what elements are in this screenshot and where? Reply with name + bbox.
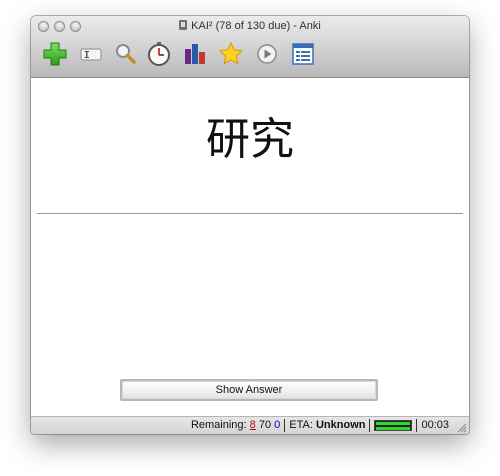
status-separator: [284, 419, 286, 432]
status-bar: Remaining: 8 70 0 ETA: Unknown 00:03: [31, 416, 469, 434]
window-title-text: KAI² (78 of 130 due) - Anki: [191, 20, 321, 32]
document-icon: [179, 20, 188, 30]
eta-label: ETA:: [289, 419, 313, 431]
edit-icon[interactable]: [77, 40, 105, 68]
title-bar: KAI² (78 of 130 due) - Anki: [31, 16, 469, 78]
question-divider: [37, 213, 463, 214]
eta-value: Unknown: [315, 419, 366, 431]
status-separator: [369, 419, 371, 432]
play-icon[interactable]: [253, 40, 281, 68]
card-question: 研究: [206, 114, 294, 165]
show-answer-button[interactable]: Show Answer: [120, 379, 378, 401]
search-icon[interactable]: [111, 40, 139, 68]
list-icon[interactable]: [289, 40, 317, 68]
stats-icon[interactable]: [181, 40, 209, 68]
remaining-review-count: 70: [258, 419, 272, 431]
add-icon[interactable]: [41, 40, 69, 68]
status-row: Remaining: 8 70 0 ETA: Unknown 00:03: [191, 417, 449, 434]
status-separator: [416, 419, 418, 432]
session-timer: 00:03: [421, 419, 449, 431]
progress-fill-bottom: [376, 427, 411, 430]
resize-grip-icon[interactable]: [457, 423, 467, 433]
star-icon[interactable]: [217, 40, 245, 68]
card-view: 研究 Show Answer: [31, 78, 469, 416]
progress-bar: [374, 420, 413, 431]
window-title: KAI² (78 of 130 due) - Anki: [31, 19, 469, 33]
timer-icon[interactable]: [145, 40, 173, 68]
anki-window: KAI² (78 of 130 due) - Anki 研究 Show Answ…: [31, 16, 469, 434]
progress-fill-top: [376, 422, 411, 425]
remaining-label: Remaining:: [190, 419, 247, 431]
remaining-new-count: 8: [249, 419, 256, 431]
remaining-learn-count: 0: [274, 419, 281, 431]
